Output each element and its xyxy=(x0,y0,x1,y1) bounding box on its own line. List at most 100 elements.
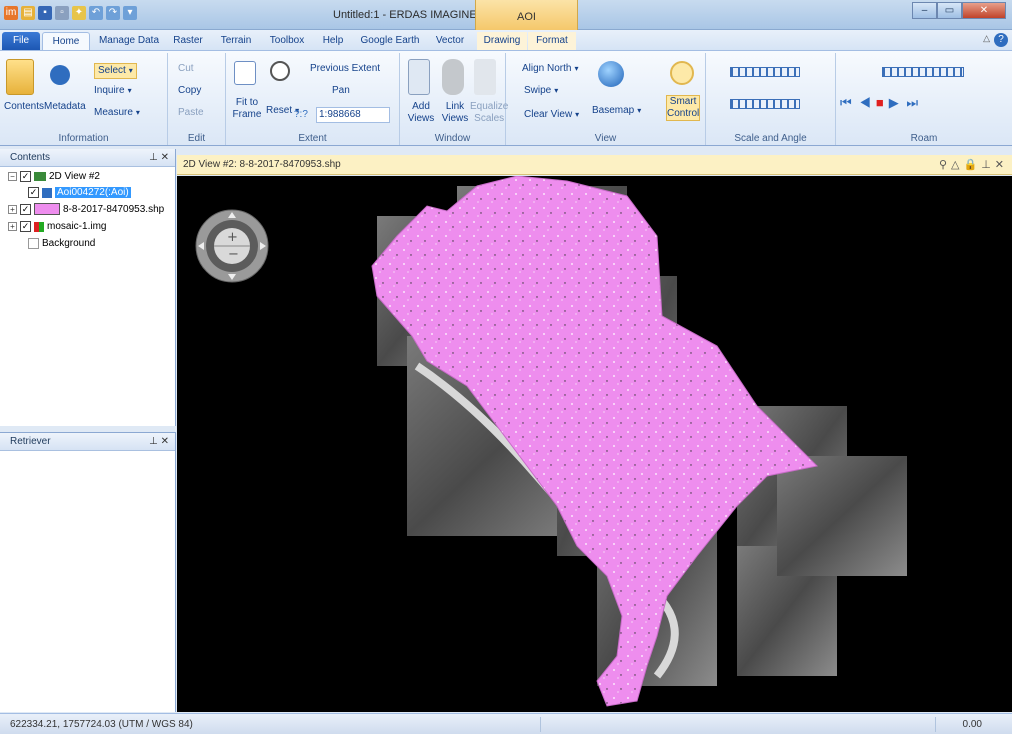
equalize-scales-icon[interactable] xyxy=(474,59,496,95)
checkbox[interactable]: ✓ xyxy=(20,203,31,215)
save-icon[interactable]: ▪ xyxy=(38,6,52,20)
maximize-button[interactable]: ▭ xyxy=(937,2,962,19)
fit-to-frame-button[interactable]: Fit to Frame xyxy=(230,97,264,121)
align-north-button[interactable]: Align North xyxy=(522,63,578,75)
copy-button[interactable]: Copy xyxy=(178,85,201,97)
app-icon[interactable]: im xyxy=(4,6,18,20)
tab-format[interactable]: Format xyxy=(528,32,576,50)
tree-node-aoi[interactable]: ✓ Aoi004272(:Aoi) xyxy=(28,187,131,198)
smart-control-icon[interactable] xyxy=(670,61,694,85)
paste-button[interactable]: Paste xyxy=(178,107,204,119)
group-extent: Fit to Frame Reset Previous Extent Pan ?… xyxy=(226,53,400,145)
map-view[interactable]: + − xyxy=(177,176,1012,712)
expand-icon[interactable]: + xyxy=(8,204,17,214)
open-icon[interactable]: ▤ xyxy=(21,6,35,20)
tab-file[interactable]: File xyxy=(2,32,40,50)
expand-icon[interactable]: + xyxy=(8,222,17,231)
collapse-icon[interactable]: − xyxy=(8,172,17,181)
group-label-information: Information xyxy=(58,133,109,144)
group-information: Contents Metadata Select Inquire Measure… xyxy=(0,53,168,145)
link-views-icon[interactable] xyxy=(442,59,464,95)
select-button[interactable]: Select xyxy=(94,63,137,79)
clear-view-button[interactable]: Clear View xyxy=(524,109,579,121)
view-header: 2D View #2: 8-8-2017-8470953.shp ⚲△🔒⊥✕ xyxy=(177,155,1012,175)
tree-node-2d-view[interactable]: − ✓ 2D View #2 xyxy=(8,171,100,182)
smart-control-button[interactable]: Smart Control xyxy=(666,95,700,121)
tab-manage-data[interactable]: Manage Data xyxy=(94,32,164,50)
group-edit: Cut Copy Paste Edit xyxy=(168,53,226,145)
checkbox[interactable]: ✓ xyxy=(20,171,31,182)
close-button[interactable]: ✕ xyxy=(962,2,1006,19)
contents-button[interactable]: Contents xyxy=(4,101,44,113)
new-icon[interactable]: ✦ xyxy=(72,6,86,20)
add-views-button[interactable]: Add Views xyxy=(404,101,438,125)
angle-slider[interactable] xyxy=(730,99,800,109)
retriever-panel-title: Retriever xyxy=(10,436,51,447)
tab-vector[interactable]: Vector xyxy=(428,32,472,50)
tab-home[interactable]: Home xyxy=(42,32,90,50)
tree-node-background[interactable]: Background xyxy=(28,238,95,249)
raster-icon xyxy=(34,221,44,232)
map-canvas[interactable]: + − xyxy=(177,176,1012,712)
navigation-control[interactable]: + − xyxy=(195,209,269,283)
measure-button[interactable]: Measure xyxy=(94,107,140,119)
group-label-scale-angle: Scale and Angle xyxy=(734,133,807,144)
pin-close-icon[interactable]: ⊥ ✕ xyxy=(149,149,169,167)
link-views-button[interactable]: Link Views xyxy=(440,101,470,125)
help-icon[interactable]: ? xyxy=(994,33,1008,47)
metadata-icon[interactable] xyxy=(50,65,70,85)
tree-node-shapefile[interactable]: + ✓ 8-8-2017-8470953.shp xyxy=(8,203,164,215)
status-bar: 622334.21, 1757724.03 (UTM / WGS 84) 0.0… xyxy=(0,713,1012,734)
tree-node-mosaic[interactable]: + ✓ mosaic-1.img xyxy=(8,221,106,232)
pin-close-icon[interactable]: ⊥ ✕ xyxy=(149,433,169,451)
previous-extent-button[interactable]: Previous Extent xyxy=(310,63,380,75)
rotation-help-button[interactable]: ?:? xyxy=(294,109,308,121)
tab-help[interactable]: Help xyxy=(316,32,350,50)
aoi-context-tab-group: AOI xyxy=(475,0,578,30)
tab-toolbox[interactable]: Toolbox xyxy=(262,32,312,50)
redo-icon[interactable]: ↷ xyxy=(106,6,120,20)
scale-slider[interactable] xyxy=(730,67,800,77)
reset-icon[interactable] xyxy=(270,61,290,81)
ribbon-tabs: File Home Manage Data Raster Terrain Too… xyxy=(0,30,1012,50)
basemap-button[interactable]: Basemap xyxy=(592,105,641,117)
checkbox[interactable]: ✓ xyxy=(28,187,39,198)
group-label-roam: Roam xyxy=(910,133,938,144)
tab-raster[interactable]: Raster xyxy=(166,32,210,50)
minimize-button[interactable]: – xyxy=(912,2,937,19)
minimize-ribbon-icon[interactable]: △ xyxy=(983,33,990,44)
print-icon[interactable]: ▫ xyxy=(55,6,69,20)
roam-slider[interactable] xyxy=(882,67,964,77)
contents-panel: Contents ⊥ ✕ − ✓ 2D View #2 ✓ Aoi004272(… xyxy=(0,149,176,426)
tab-terrain[interactable]: Terrain xyxy=(212,32,260,50)
group-roam: ⏮ ◀ ■ ▶ ⏭ Roam xyxy=(836,53,1012,145)
customize-icon[interactable]: ▾ xyxy=(123,6,137,20)
window-controls: – ▭ ✕ xyxy=(912,2,1006,19)
contents-panel-header: Contents ⊥ ✕ xyxy=(0,149,175,167)
tab-google-earth[interactable]: Google Earth xyxy=(354,32,426,50)
swipe-button[interactable]: Swipe xyxy=(524,85,558,97)
metadata-button[interactable]: Metadata xyxy=(44,101,86,113)
roam-play-controls[interactable]: ⏮ ◀ ■ ▶ ⏭ xyxy=(840,96,923,109)
undo-icon[interactable]: ↶ xyxy=(89,6,103,20)
fit-to-frame-icon[interactable] xyxy=(234,61,256,85)
tree-label: mosaic-1.img xyxy=(47,221,107,232)
scale-field[interactable]: 1:988668 xyxy=(316,107,390,123)
retriever-panel: Retriever ⊥ ✕ xyxy=(0,432,176,712)
zoom-readout: 0.00 xyxy=(962,719,982,730)
add-views-icon[interactable] xyxy=(408,59,430,95)
view-header-icons[interactable]: ⚲△🔒⊥✕ xyxy=(939,155,1008,175)
group-view: Align North Swipe Clear View Basemap Sma… xyxy=(506,53,706,145)
tree-label: Aoi004272(:Aoi) xyxy=(55,187,131,198)
inquire-button[interactable]: Inquire xyxy=(94,85,132,97)
zoom-in-icon: + xyxy=(227,230,238,245)
basemap-globe-icon[interactable] xyxy=(598,61,624,87)
pan-button[interactable]: Pan xyxy=(332,85,350,97)
equalize-scales-button[interactable]: Equalize Scales xyxy=(470,101,508,125)
contents-icon[interactable] xyxy=(6,59,34,95)
background-icon xyxy=(28,238,39,249)
cut-button[interactable]: Cut xyxy=(178,63,194,75)
status-divider xyxy=(540,717,541,732)
checkbox[interactable]: ✓ xyxy=(20,221,31,232)
tab-drawing[interactable]: Drawing xyxy=(477,32,527,50)
